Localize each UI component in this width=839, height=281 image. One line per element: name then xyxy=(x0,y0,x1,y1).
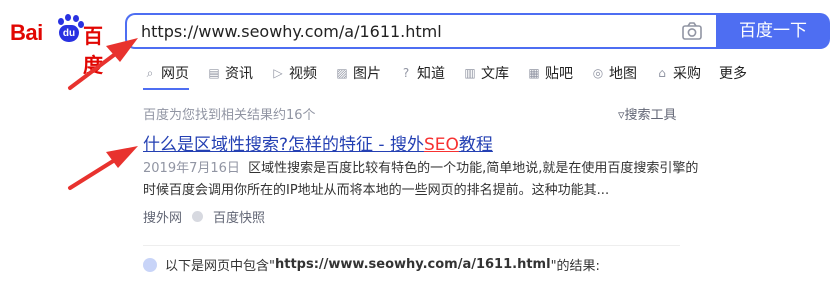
image-icon: ▨ xyxy=(336,66,348,80)
forum-icon: ▦ xyxy=(528,66,540,80)
news-icon: ▤ xyxy=(208,66,220,80)
tab-label: 采购 xyxy=(673,66,701,82)
tab-label: 网页 xyxy=(161,66,189,82)
map-icon: ◎ xyxy=(592,66,604,80)
notice-suffix: "的结果: xyxy=(550,259,600,274)
search-input[interactable] xyxy=(141,15,661,47)
notice-url: https://www.seowhy.com/a/1611.html xyxy=(274,257,551,272)
tab-news[interactable]: ▤ 资讯 xyxy=(207,62,253,84)
tab-video[interactable]: ▷ 视频 xyxy=(271,62,317,84)
divider xyxy=(143,245,680,246)
tab-label: 文库 xyxy=(481,66,509,82)
verified-shield-icon xyxy=(192,211,204,222)
tab-label: 知道 xyxy=(417,66,445,82)
tab-label: 视频 xyxy=(289,66,317,82)
paw-icon xyxy=(143,257,157,272)
video-icon: ▷ xyxy=(273,66,283,80)
result-title-text: 什么是区域性搜索?怎样的特征 - 搜外 xyxy=(143,135,424,155)
active-tab-indicator xyxy=(143,88,189,90)
result-title-suffix: 教程 xyxy=(458,135,493,155)
tab-label: 地图 xyxy=(609,66,637,82)
tab-web[interactable]: ⌕ 网页 xyxy=(143,62,189,84)
document-icon: ▥ xyxy=(464,66,476,80)
tab-label: 资讯 xyxy=(225,66,253,82)
search-button[interactable]: 百度一下 xyxy=(716,13,830,49)
annotation-arrow-result xyxy=(68,146,138,190)
logo-text-cn: 百度 xyxy=(83,24,103,77)
tab-map[interactable]: ◎ 地图 xyxy=(591,62,637,84)
tab-label: 图片 xyxy=(353,66,381,82)
notice-prefix: 以下是网页中包含" xyxy=(165,259,275,274)
tab-caigou[interactable]: ⌂ 采购 xyxy=(655,62,701,84)
result-source: 搜外网 百度快照 xyxy=(143,207,265,226)
tab-image[interactable]: ▨ 图片 xyxy=(335,62,381,84)
result-count: 百度为您找到相关结果约16个 xyxy=(143,108,316,123)
tab-tieba[interactable]: ▦ 贴吧 xyxy=(527,62,573,84)
tab-zhidao[interactable]: ? 知道 xyxy=(399,62,445,84)
paw-icon: du xyxy=(56,14,84,44)
source-site[interactable]: 搜外网 xyxy=(143,207,182,226)
search-icon: ⌕ xyxy=(146,66,154,80)
result-title-link[interactable]: 什么是区域性搜索?怎样的特征 - 搜外SEO教程 xyxy=(143,130,493,155)
tab-label: 贴吧 xyxy=(545,66,573,82)
result-abstract: 2019年7月16日 区域性搜索是百度比较有特色的一个功能,简单地说,就是在使用… xyxy=(143,158,703,202)
baidu-logo[interactable]: Bai du 百度 xyxy=(10,12,120,77)
question-icon: ? xyxy=(402,66,410,80)
search-box xyxy=(125,13,716,49)
camera-icon[interactable] xyxy=(682,22,702,40)
notice-line: 以下是网页中包含" https://www.seowhy.com/a/1611.h… xyxy=(143,255,600,274)
search-tabs: ⌕ 网页 ▤ 资讯 ▷ 视频 ▨ 图片 ? 知道 ▥ 文库 ▦ 贴吧 ◎ 地图 … xyxy=(143,62,765,86)
search-tools-button[interactable]: ▿搜索工具 xyxy=(618,104,677,123)
logo-text-du: du xyxy=(59,25,79,42)
tab-wenku[interactable]: ▥ 文库 xyxy=(463,62,509,84)
tab-more[interactable]: 更多 xyxy=(719,62,747,84)
cart-icon: ⌂ xyxy=(658,66,666,80)
tab-label: 更多 xyxy=(719,66,747,82)
search-tools-label: 搜索工具 xyxy=(624,108,677,123)
logo-text-bai: Bai xyxy=(10,20,43,45)
result-date: 2019年7月16日 xyxy=(143,161,240,176)
result-title-highlight: SEO xyxy=(423,135,459,155)
snapshot-link[interactable]: 百度快照 xyxy=(213,207,265,226)
